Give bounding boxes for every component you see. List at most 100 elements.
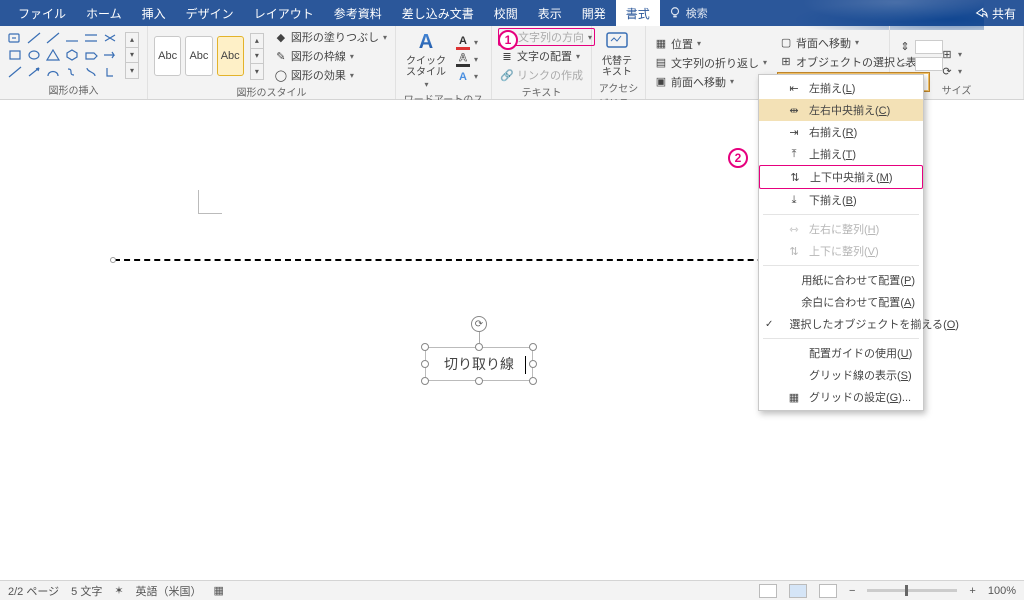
zoom-slider[interactable] [867, 589, 957, 592]
resize-handle-mr[interactable] [529, 360, 537, 368]
line-end-handle[interactable] [110, 257, 116, 263]
text-effects-icon: A [456, 70, 470, 84]
tab-view[interactable]: 表示 [528, 0, 572, 26]
align-top-icon: ⤒ [787, 147, 801, 161]
alt-text-button[interactable]: 代替テ キスト [598, 28, 636, 80]
lightbulb-icon [668, 6, 682, 20]
resize-handle-bm[interactable] [475, 377, 483, 385]
tab-layout[interactable]: レイアウト [244, 0, 324, 26]
style-thumb-3[interactable]: Abc [217, 36, 244, 76]
text-outline-button[interactable]: A▾ [454, 52, 480, 68]
distribute-h-icon: ⇿ [787, 222, 801, 236]
shape-effects-label: 図形の効果 [291, 67, 346, 83]
status-language[interactable]: 英語（米国） [136, 583, 202, 599]
menu-distribute-v: ⇅上下に整列(V) [759, 240, 923, 262]
menu-align-to-margin[interactable]: 余白に合わせて配置(A) [759, 291, 923, 313]
quick-styles-label: クイック スタイル [406, 56, 446, 78]
status-page[interactable]: 2/2 ページ [8, 583, 59, 599]
tab-review[interactable]: 校閲 [484, 0, 528, 26]
style-thumb-2[interactable]: Abc [185, 36, 212, 76]
shapes-gallery-more[interactable]: ▴▾▾ [125, 32, 139, 79]
tab-format[interactable]: 書式 [616, 0, 660, 26]
rotate-stem [479, 332, 480, 343]
selected-textbox[interactable]: 切り取り線 ⟳ [425, 347, 533, 381]
resize-handle-ml[interactable] [421, 360, 429, 368]
status-macro-icon[interactable]: ▦ [214, 584, 224, 597]
status-proofing-icon[interactable]: ✶ [114, 584, 123, 597]
menu-align-center-h[interactable]: ⇹左右中央揃え(C) [759, 99, 923, 121]
zoom-out-button[interactable]: − [849, 585, 855, 597]
bring-forward-icon: ▣ [654, 75, 668, 89]
text-fill-button[interactable]: A▾ [454, 35, 480, 51]
tab-insert[interactable]: 挿入 [132, 0, 176, 26]
distribute-v-icon: ⇅ [787, 244, 801, 258]
group-label-insert-shapes: 図形の挿入 [6, 82, 141, 99]
menu-align-to-page[interactable]: 用紙に合わせて配置(P) [759, 269, 923, 291]
resize-handle-tm[interactable] [475, 343, 483, 351]
share-icon [974, 6, 988, 20]
shape-styles-more[interactable]: ▴▾▾ [250, 33, 264, 80]
text-align-label: 文字の配置 [517, 48, 572, 64]
menu-view-gridlines[interactable]: グリッド線の表示(S) [759, 364, 923, 386]
textbox-text: 切り取り線 [444, 354, 514, 374]
quick-styles-button[interactable]: A クイック スタイル▾ [402, 28, 450, 91]
menu-use-guides[interactable]: 配置ガイドの使用(U) [759, 342, 923, 364]
height-input[interactable]: ⇕ [896, 39, 945, 55]
tab-references[interactable]: 参考資料 [324, 0, 392, 26]
align-right-icon: ⇥ [787, 125, 801, 139]
tab-mailings[interactable]: 差し込み文書 [392, 0, 484, 26]
tab-strip: ファイル ホーム 挿入 デザイン レイアウト 参考資料 差し込み文書 校閲 表示… [8, 0, 716, 26]
share-button[interactable]: 共有 [974, 5, 1016, 22]
menu-grid-settings[interactable]: ▦グリッドの設定(G)... [759, 386, 923, 408]
resize-handle-bl[interactable] [421, 377, 429, 385]
share-label: 共有 [992, 5, 1016, 22]
text-effects-button[interactable]: A▾ [454, 69, 480, 85]
shape-outline-button[interactable]: ✎図形の枠線▾ [272, 47, 389, 65]
resize-handle-tl[interactable] [421, 343, 429, 351]
width-input[interactable]: ⇔ [896, 56, 945, 72]
wordart-icon: A [412, 30, 440, 54]
alt-text-label: 代替テ キスト [602, 56, 632, 78]
text-fill-icon: A [456, 36, 470, 50]
pen-icon: ✎ [274, 49, 288, 63]
view-web-layout[interactable] [819, 584, 837, 598]
view-print-layout[interactable] [789, 584, 807, 598]
send-backward-icon: ▢ [779, 36, 793, 50]
dashed-line-shape[interactable] [114, 259, 814, 261]
zoom-in-button[interactable]: + [969, 585, 975, 597]
menu-align-left[interactable]: ⇤左揃え(L) [759, 77, 923, 99]
tell-me-search[interactable]: 検索 [660, 0, 716, 26]
menu-align-to-selected[interactable]: ✓選択したオブジェクトを揃える(O) [759, 313, 923, 335]
resize-handle-tr[interactable] [529, 343, 537, 351]
align-center-h-icon: ⇹ [787, 103, 801, 117]
menu-distribute-h: ⇿左右に整列(H) [759, 218, 923, 240]
rotate-handle[interactable]: ⟳ [471, 316, 487, 332]
shapes-gallery[interactable] [6, 30, 119, 80]
title-bar: ファイル ホーム 挿入 デザイン レイアウト 参考資料 差し込み文書 校閲 表示… [0, 0, 1024, 26]
page-corner-mark [198, 190, 222, 214]
shape-fill-button[interactable]: ◆図形の塗りつぶし▾ [272, 28, 389, 46]
tab-developer[interactable]: 開発 [572, 0, 616, 26]
create-link-label: リンクの作成 [517, 67, 583, 83]
text-align-button[interactable]: ≣文字の配置▾ [498, 47, 595, 65]
text-wrap-button[interactable]: ▤文字列の折り返し▾ [652, 54, 769, 72]
bring-forward-label: 前面へ移動 [671, 74, 726, 90]
callout-2: 2 [728, 148, 748, 168]
align-bottom-icon: ⤓ [787, 193, 801, 207]
tab-file[interactable]: ファイル [8, 0, 76, 26]
bring-forward-button[interactable]: ▣前面へ移動▾ [652, 73, 769, 91]
style-thumb-1[interactable]: Abc [154, 36, 181, 76]
status-word-count[interactable]: 5 文字 [71, 583, 102, 599]
tab-design[interactable]: デザイン [176, 0, 244, 26]
align-center-v-icon: ⇅ [788, 170, 802, 184]
view-read-mode[interactable] [759, 584, 777, 598]
position-button[interactable]: ▦位置▾ [652, 35, 769, 53]
menu-align-right[interactable]: ⇥右揃え(R) [759, 121, 923, 143]
zoom-level[interactable]: 100% [988, 585, 1016, 597]
resize-handle-br[interactable] [529, 377, 537, 385]
tab-home[interactable]: ホーム [76, 0, 132, 26]
menu-align-bottom[interactable]: ⤓下揃え(B) [759, 189, 923, 211]
menu-align-top[interactable]: ⤒上揃え(T) [759, 143, 923, 165]
menu-align-center-v[interactable]: ⇅上下中央揃え(M) [759, 165, 923, 189]
shape-effects-button[interactable]: ◯図形の効果▾ [272, 66, 389, 84]
